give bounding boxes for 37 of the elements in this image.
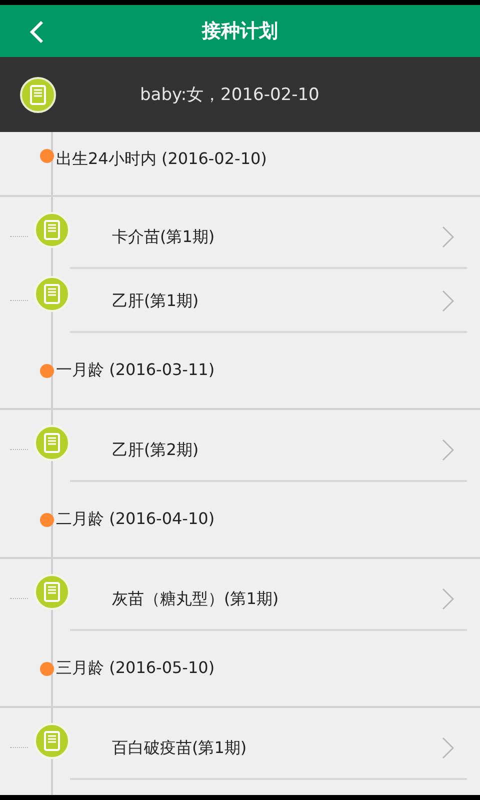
- vaccine-item[interactable]: 灰苗（糖丸型）(第1期): [0, 567, 480, 631]
- vaccine-name: 乙肝(第1期): [112, 290, 200, 312]
- chevron-icon: [442, 588, 454, 610]
- book-icon: [34, 212, 70, 248]
- milestone-label: 出生24小时内 (2016-02-10): [56, 149, 267, 170]
- milestone-label: 一月龄 (2016-03-11): [56, 360, 215, 381]
- milestone-dot: [40, 512, 54, 526]
- chevron-icon: [442, 226, 454, 248]
- vaccine-item[interactable]: 乙肝(第2期): [0, 418, 480, 482]
- vaccine-name: 灰苗（糖丸型）(第1期): [112, 588, 280, 610]
- milestone-dot: [40, 149, 54, 163]
- page-title: 接种计划: [202, 19, 278, 44]
- book-icon: [20, 76, 56, 112]
- chevron-icon: [442, 737, 454, 759]
- chevron-icon: [442, 290, 454, 312]
- dotted-connector: [10, 449, 28, 450]
- vaccine-name: 百白破疫苗(第1期): [112, 738, 248, 758]
- vaccine-name: 乙肝(第2期): [112, 440, 200, 460]
- dotted-connector: [10, 747, 28, 748]
- book-icon: [34, 723, 70, 759]
- dotted-connector: [10, 598, 28, 599]
- dotted-connector: [10, 236, 28, 237]
- book-icon: [34, 574, 70, 610]
- book-icon: [34, 425, 70, 461]
- milestone-label: 三月龄 (2016-05-10): [56, 658, 215, 679]
- vaccine-item[interactable]: 乙肝(第1期): [0, 269, 480, 333]
- dotted-connector: [10, 300, 28, 301]
- milestone-dot: [40, 364, 54, 378]
- back-icon: [29, 20, 45, 44]
- child-info: baby:女，2016-02-10: [140, 84, 320, 106]
- milestone-dot: [40, 662, 54, 676]
- vaccine-item[interactable]: 卡介苗(第1期): [0, 205, 480, 269]
- chevron-icon: [442, 439, 454, 461]
- milestone-label: 二月龄 (2016-04-10): [56, 509, 215, 530]
- vaccine-name: 卡介苗(第1期): [112, 226, 216, 248]
- book-icon: [34, 276, 70, 312]
- vaccine-item[interactable]: 百白破疫苗(第1期): [0, 716, 480, 780]
